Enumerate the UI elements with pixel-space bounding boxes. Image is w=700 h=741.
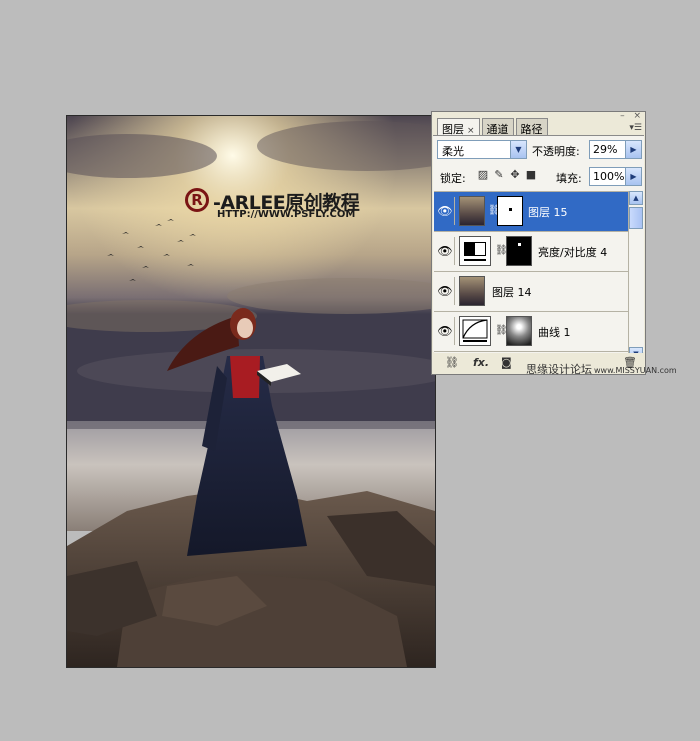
opacity-label: 不透明度: — [532, 145, 580, 158]
layer-row-brightness-contrast-4[interactable]: 👁 ⛓ 亮度/对比度 4 — [434, 232, 629, 272]
visibility-eye-icon[interactable]: 👁 — [436, 237, 455, 265]
scrollbar-thumb[interactable] — [629, 207, 643, 229]
layer-row-14[interactable]: 👁 图层 14 — [434, 272, 629, 312]
lock-all-icon[interactable]: ■ — [525, 169, 537, 181]
layer-name[interactable]: 曲线 1 — [538, 324, 571, 340]
opacity-input[interactable]: 29% ▶ — [589, 140, 642, 159]
layer-row-15[interactable]: 👁 ⛓ 图层 15 — [434, 192, 629, 232]
panel-tabs: 图层 × 通道 路径 — [437, 118, 550, 136]
scroll-up-icon[interactable]: ▲ — [629, 191, 643, 205]
fx-icon[interactable]: fx. — [473, 356, 489, 369]
close-button[interactable]: × — [633, 111, 641, 121]
panel-body: 柔光 ▼ 不透明度: 29% ▶ 锁定: ▨ ✎ ✥ ■ 填充: 100% ▶ — [433, 135, 644, 362]
visibility-eye-icon[interactable]: 👁 — [436, 277, 455, 305]
layers-list: 👁 ⛓ 图层 15 👁 ⛓ 亮度/对比度 4 👁 图层 14 👁 ⛓ 曲线 1 — [434, 191, 629, 362]
panel-menu-icon[interactable]: ▾☰ — [629, 123, 642, 133]
visibility-eye-icon[interactable]: 👁 — [436, 197, 455, 225]
fill-slider-arrow-icon[interactable]: ▶ — [625, 168, 641, 185]
layer-mask-thumbnail[interactable] — [506, 316, 532, 346]
watermark-url: HTTP://WWW.PSFLY.COM — [217, 209, 356, 220]
document-canvas[interactable]: R -ARLEE原创教程 HTTP://WWW.PSFLY.COM — [66, 115, 436, 668]
tab-channels[interactable]: 通道 — [481, 118, 514, 136]
layer-name[interactable]: 图层 15 — [528, 204, 568, 220]
tab-layers[interactable]: 图层 × — [437, 118, 480, 136]
brightness-contrast-adjustment-icon[interactable] — [459, 236, 491, 266]
tab-paths[interactable]: 路径 — [515, 118, 548, 136]
lock-position-move-icon[interactable]: ✥ — [509, 169, 521, 181]
watermark-logo-icon: R — [185, 188, 209, 212]
curves-adjustment-icon[interactable] — [459, 316, 491, 346]
link-layers-icon[interactable]: ⛓ — [445, 356, 459, 369]
layer-thumbnail[interactable] — [459, 276, 485, 306]
forum-watermark: 思缘设计论坛 www.MISSYUAN.com — [526, 363, 677, 376]
layer-name[interactable]: 图层 14 — [492, 284, 532, 300]
layers-panel: – × 图层 × 通道 路径 ▾☰ 柔光 ▼ 不透明度: 29% ▶ 锁定: ▨… — [431, 111, 646, 375]
layer-mask-thumbnail[interactable] — [497, 196, 523, 226]
minimize-button[interactable]: – — [620, 111, 625, 121]
lock-transparent-icon[interactable]: ▨ — [477, 169, 489, 181]
layer-name[interactable]: 亮度/对比度 4 — [538, 244, 607, 260]
layer-thumbnail[interactable] — [459, 196, 485, 226]
visibility-eye-icon[interactable]: 👁 — [436, 317, 455, 345]
lock-label: 锁定: — [440, 172, 466, 185]
fill-label: 填充: — [556, 172, 582, 185]
chevron-down-icon[interactable]: ▼ — [510, 141, 526, 158]
add-mask-icon[interactable]: ◙ — [501, 356, 512, 369]
lock-image-brush-icon[interactable]: ✎ — [493, 169, 505, 181]
opacity-slider-arrow-icon[interactable]: ▶ — [625, 141, 641, 158]
fill-input[interactable]: 100% ▶ — [589, 167, 642, 186]
layer-mask-thumbnail[interactable] — [506, 236, 532, 266]
layers-scrollbar[interactable]: ▲ ▼ — [628, 191, 643, 361]
layer-row-curves-1[interactable]: 👁 ⛓ 曲线 1 — [434, 312, 629, 352]
blend-mode-select[interactable]: 柔光 ▼ — [437, 140, 527, 159]
